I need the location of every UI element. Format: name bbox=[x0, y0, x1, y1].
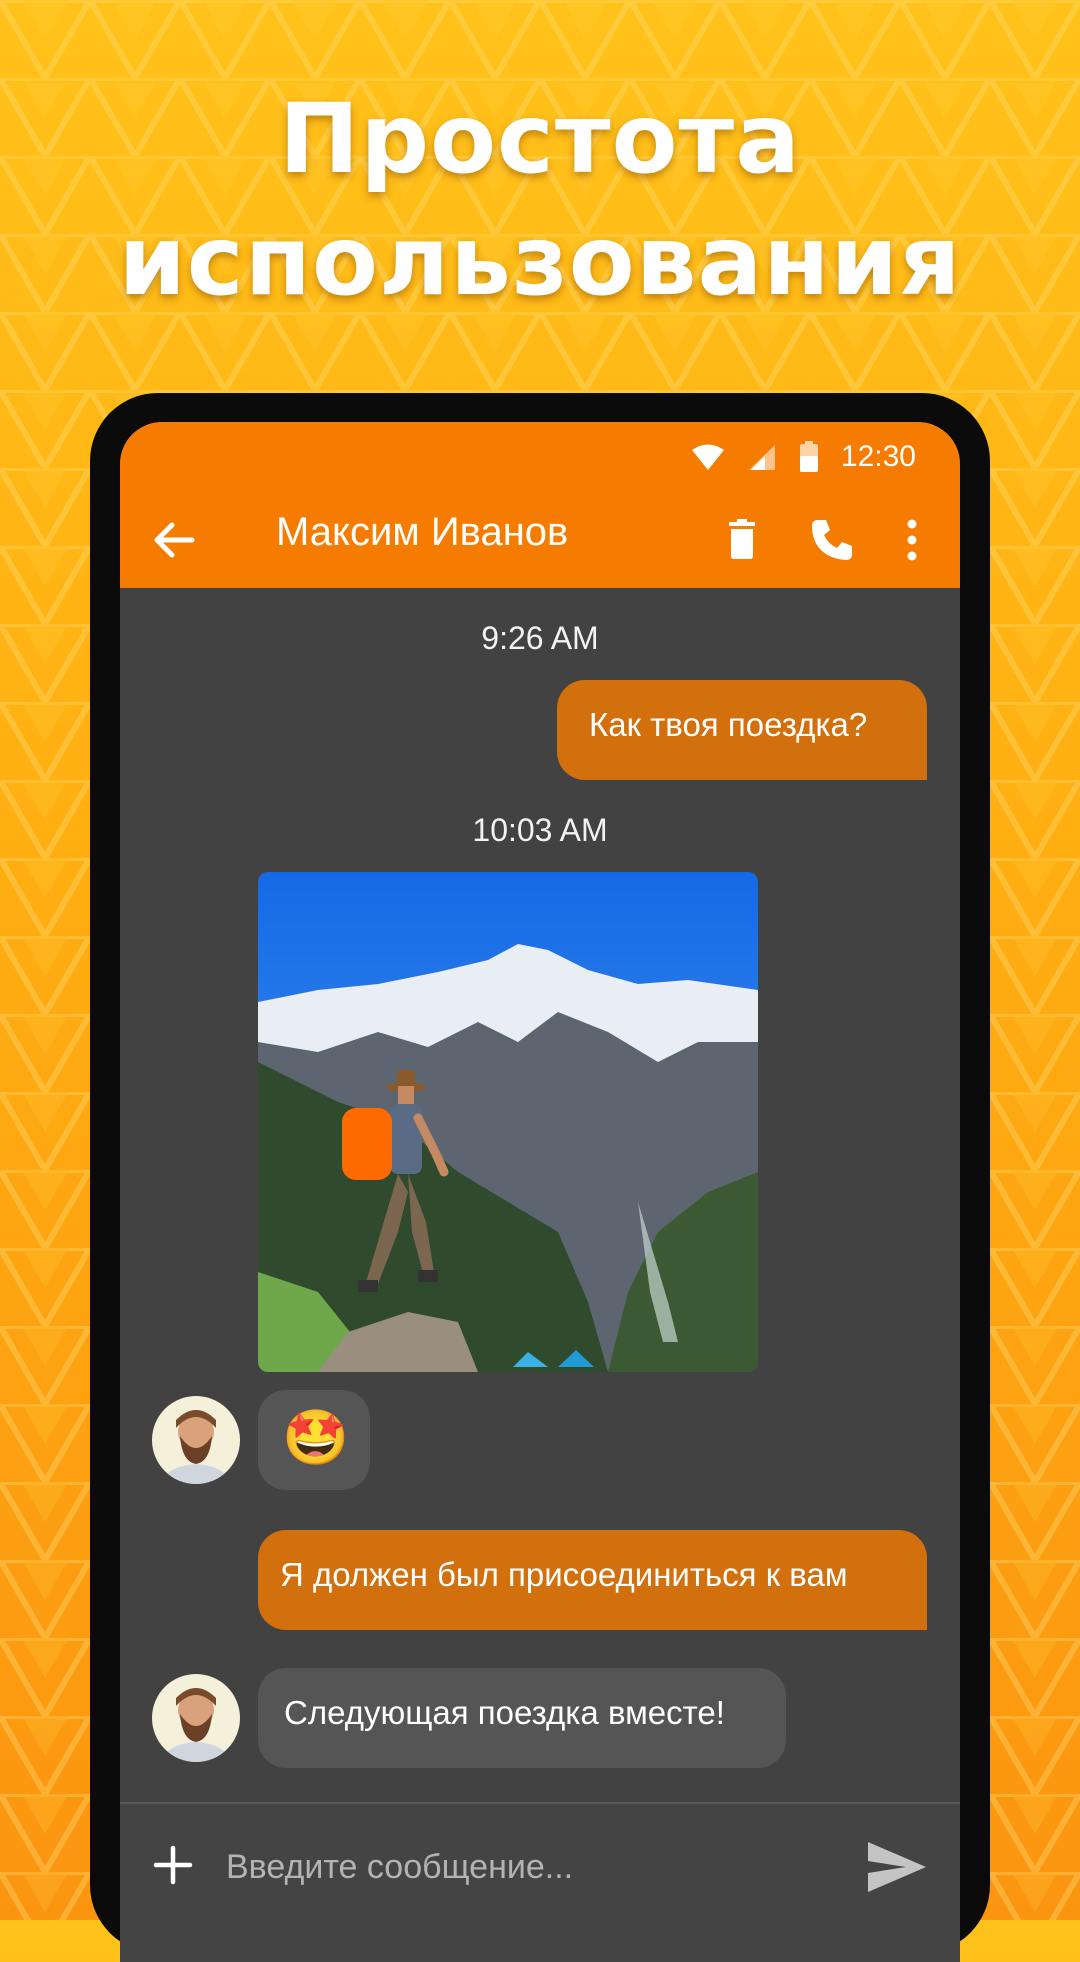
wifi-icon bbox=[691, 443, 725, 471]
status-time: 12:30 bbox=[840, 440, 916, 473]
promo-headline: Простота использования bbox=[0, 78, 1080, 322]
phone-screen: 12:30 Максим Иванов 9:26 AM Как твоя пое… bbox=[120, 422, 960, 1962]
contact-name[interactable]: Максим Иванов bbox=[276, 510, 568, 555]
incoming-message[interactable]: 🤩 bbox=[258, 1390, 370, 1490]
phone-icon[interactable] bbox=[806, 514, 858, 566]
cell-signal-icon bbox=[747, 443, 777, 471]
message-text: Я должен был присоединиться к вам bbox=[280, 1556, 848, 1593]
composer-bar bbox=[120, 1802, 960, 1962]
avatar[interactable] bbox=[152, 1674, 240, 1762]
emoji-star-struck-icon: 🤩 bbox=[282, 1408, 350, 1468]
back-arrow-icon[interactable] bbox=[148, 514, 200, 566]
battery-icon bbox=[799, 441, 819, 473]
message-timestamp: 10:03 AM bbox=[472, 812, 608, 848]
send-icon[interactable] bbox=[866, 1840, 928, 1894]
outgoing-message[interactable]: Как твоя поездка? bbox=[557, 680, 927, 780]
app-bar: 12:30 Максим Иванов bbox=[120, 422, 960, 588]
avatar[interactable] bbox=[152, 1396, 240, 1484]
more-vert-icon[interactable] bbox=[890, 514, 934, 566]
status-bar: 12:30 bbox=[691, 432, 916, 482]
outgoing-message[interactable]: Я должен был присоединиться к вам bbox=[258, 1530, 927, 1630]
message-text: Следующая поездка вместе! bbox=[284, 1694, 725, 1731]
incoming-message[interactable]: Следующая поездка вместе! bbox=[258, 1668, 786, 1768]
photo-attachment[interactable] bbox=[258, 872, 758, 1372]
message-input[interactable] bbox=[224, 1826, 788, 1908]
plus-icon[interactable] bbox=[150, 1842, 196, 1888]
message-text: Как твоя поездка? bbox=[589, 706, 868, 743]
trash-icon[interactable] bbox=[716, 514, 768, 566]
headline-line-2: использования bbox=[118, 205, 962, 317]
toolbar: Максим Иванов bbox=[120, 492, 960, 588]
headline-line-1: Простота bbox=[279, 83, 801, 195]
message-timestamp: 9:26 AM bbox=[481, 620, 599, 656]
